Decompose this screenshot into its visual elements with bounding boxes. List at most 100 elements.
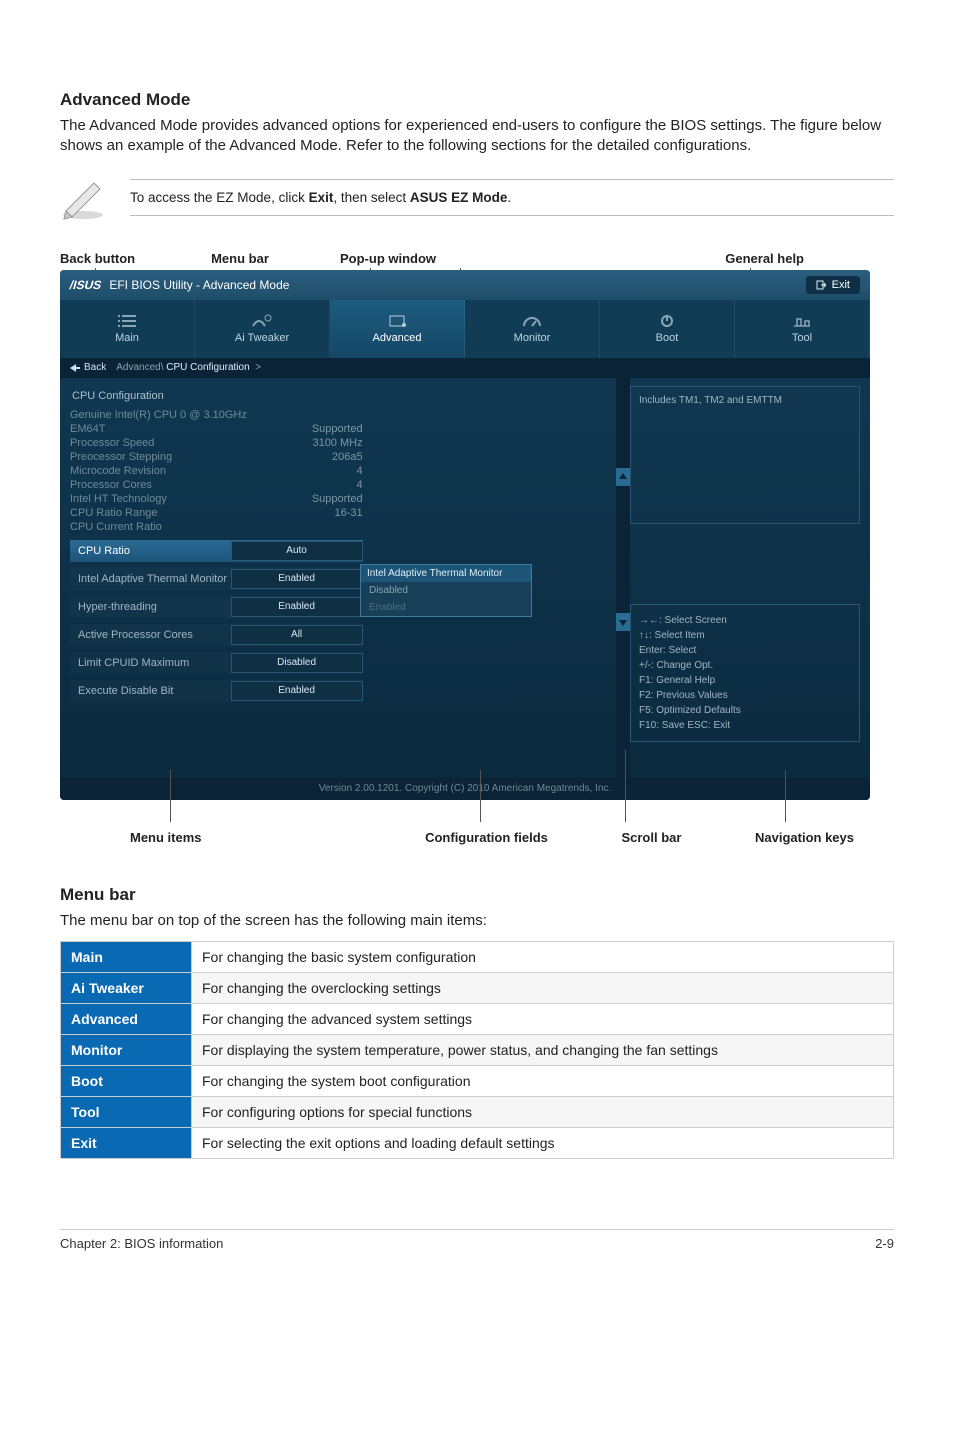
scrollbar-up-button[interactable] bbox=[616, 468, 630, 486]
table-row: ToolFor configuring options for special … bbox=[61, 1096, 894, 1127]
table-key: Monitor bbox=[61, 1034, 192, 1065]
config-row[interactable]: CPU RatioAuto bbox=[70, 540, 363, 562]
table-row: Ai TweakerFor changing the overclocking … bbox=[61, 972, 894, 1003]
config-row[interactable]: Active Processor CoresAll bbox=[70, 624, 363, 646]
chevron-up-icon bbox=[616, 468, 630, 486]
popup-title: Intel Adaptive Thermal Monitor bbox=[361, 565, 531, 582]
tab-boot[interactable]: Boot bbox=[600, 300, 735, 358]
nav-key-line: +/-: Change Opt. bbox=[639, 658, 851, 673]
config-row[interactable]: Intel Adaptive Thermal MonitorEnabled bbox=[70, 568, 363, 590]
tweaker-icon bbox=[251, 314, 273, 328]
power-icon bbox=[656, 314, 678, 328]
info-line: Processor Cores4 bbox=[70, 478, 363, 492]
info-line: Microcode Revision4 bbox=[70, 464, 363, 478]
callout-label: Menu bar bbox=[140, 251, 340, 266]
note-text-part: . bbox=[507, 190, 511, 205]
section-body: The menu bar on top of the screen has th… bbox=[60, 911, 894, 931]
popup-item[interactable]: Enabled bbox=[361, 599, 531, 616]
callout-label: Navigation keys bbox=[755, 830, 854, 845]
tab-label: Advanced bbox=[373, 332, 422, 344]
list-icon bbox=[116, 314, 138, 328]
note-text-bold: ASUS EZ Mode bbox=[410, 190, 508, 205]
scrollbar-down-button[interactable] bbox=[616, 613, 630, 631]
nav-key-line: →←: Select Screen bbox=[639, 613, 851, 628]
tab-main[interactable]: Main bbox=[60, 300, 195, 358]
tab-label: Ai Tweaker bbox=[235, 332, 289, 344]
chevron-down-icon bbox=[616, 613, 630, 631]
table-row: MainFor changing the basic system config… bbox=[61, 941, 894, 972]
bios-titlebar: /ISUS EFI BIOS Utility - Advanced Mode E… bbox=[60, 270, 870, 300]
table-key: Main bbox=[61, 941, 192, 972]
callout-label: Configuration fields bbox=[425, 830, 548, 845]
section-heading: Menu bar bbox=[60, 885, 894, 905]
callout-label: Back button bbox=[60, 251, 140, 266]
callout-label: Pop-up window bbox=[340, 251, 510, 266]
table-value: For selecting the exit options and loadi… bbox=[192, 1127, 894, 1158]
leader-line bbox=[785, 770, 786, 822]
leader-line bbox=[170, 770, 171, 822]
config-row[interactable]: Limit CPUID MaximumDisabled bbox=[70, 652, 363, 674]
table-key: Tool bbox=[61, 1096, 192, 1127]
breadcrumb-path: Advanced\ CPU Configuration > bbox=[116, 362, 261, 373]
tab-tool[interactable]: Tool bbox=[735, 300, 870, 358]
tab-label: Monitor bbox=[514, 332, 551, 344]
table-value: For changing the system boot configurati… bbox=[192, 1065, 894, 1096]
exit-label: Exit bbox=[832, 279, 850, 291]
callout-label: Menu items bbox=[130, 830, 202, 845]
leader-line bbox=[625, 750, 626, 822]
back-arrow-icon bbox=[70, 364, 80, 372]
section-body: The Advanced Mode provides advanced opti… bbox=[60, 116, 894, 157]
bios-screenshot: /ISUS EFI BIOS Utility - Advanced Mode E… bbox=[60, 270, 870, 800]
asus-logo: /ISUS bbox=[70, 278, 101, 292]
nav-key-line: Enter: Select bbox=[639, 643, 851, 658]
nav-key-line: F1: General Help bbox=[639, 673, 851, 688]
page-footer: Chapter 2: BIOS information 2-9 bbox=[60, 1229, 894, 1251]
note-text: To access the EZ Mode, click Exit, then … bbox=[130, 179, 894, 216]
menu-items-table: MainFor changing the basic system config… bbox=[60, 941, 894, 1159]
callout-labels-top: Back button Menu bar Pop-up window Gener… bbox=[60, 251, 894, 266]
tab-advanced[interactable]: Advanced bbox=[330, 300, 465, 358]
leader-line bbox=[480, 770, 481, 822]
tab-aitweaker[interactable]: Ai Tweaker bbox=[195, 300, 330, 358]
table-value: For changing the advanced system setting… bbox=[192, 1003, 894, 1034]
footer-right: 2-9 bbox=[875, 1236, 894, 1251]
exit-button[interactable]: Exit bbox=[806, 276, 860, 294]
nav-keys-box: →←: Select Screen↑↓: Select ItemEnter: S… bbox=[630, 604, 860, 742]
info-line: CPU Current Ratio bbox=[70, 520, 363, 534]
table-value: For displaying the system temperature, p… bbox=[192, 1034, 894, 1065]
tool-icon bbox=[791, 314, 813, 328]
note-text-part: , then select bbox=[333, 190, 410, 205]
help-box: Includes TM1, TM2 and EMTTM bbox=[630, 386, 860, 524]
config-row[interactable]: Hyper-threadingEnabled bbox=[70, 596, 363, 618]
breadcrumb: Back Advanced\ CPU Configuration > bbox=[60, 358, 870, 378]
info-line: EM64TSupported bbox=[70, 422, 363, 436]
table-row: BootFor changing the system boot configu… bbox=[61, 1065, 894, 1096]
table-value: For changing the basic system configurat… bbox=[192, 941, 894, 972]
callout-label: General help bbox=[510, 251, 894, 266]
note: To access the EZ Mode, click Exit, then … bbox=[60, 175, 894, 221]
popup-window: Intel Adaptive Thermal Monitor Disabled … bbox=[360, 564, 532, 617]
tab-label: Boot bbox=[656, 332, 679, 344]
popup-item[interactable]: Disabled bbox=[361, 582, 531, 599]
note-text-part: To access the EZ Mode, click bbox=[130, 190, 309, 205]
config-row[interactable]: Execute Disable BitEnabled bbox=[70, 680, 363, 702]
table-value: For changing the overclocking settings bbox=[192, 972, 894, 1003]
bios-tabs: Main Ai Tweaker Advanced Monitor Boot bbox=[60, 300, 870, 358]
tab-monitor[interactable]: Monitor bbox=[465, 300, 600, 358]
nav-key-line: F2: Previous Values bbox=[639, 688, 851, 703]
gauge-icon bbox=[521, 314, 543, 328]
table-key: Boot bbox=[61, 1065, 192, 1096]
info-line: Preocessor Stepping206a5 bbox=[70, 450, 363, 464]
nav-key-line: F5: Optimized Defaults bbox=[639, 703, 851, 718]
table-key: Exit bbox=[61, 1127, 192, 1158]
bios-footer: Version 2.00.1201. Copyright (C) 2010 Am… bbox=[60, 778, 870, 800]
back-label: Back bbox=[84, 362, 106, 373]
back-button[interactable]: Back bbox=[70, 362, 106, 373]
info-line: Intel HT TechnologySupported bbox=[70, 492, 363, 506]
callout-labels-bottom: Menu items Configuration fields Scroll b… bbox=[60, 830, 894, 845]
info-line: Processor Speed3100 MHz bbox=[70, 436, 363, 450]
chip-icon bbox=[386, 314, 408, 328]
info-line: Genuine Intel(R) CPU 0 @ 3.10GHz bbox=[70, 408, 363, 422]
pane-header: CPU Configuration bbox=[72, 390, 363, 402]
scrollbar-track[interactable] bbox=[616, 378, 630, 778]
